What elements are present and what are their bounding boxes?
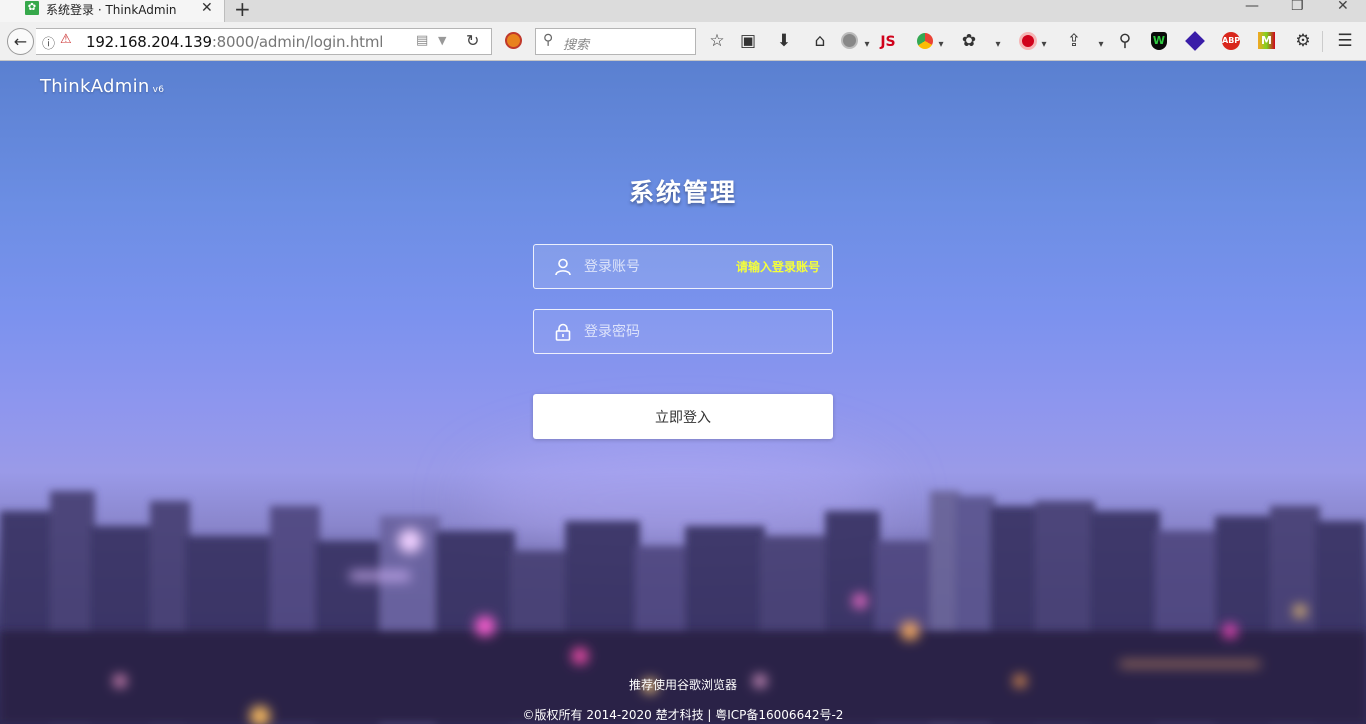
palette-icon[interactable]: ✿	[958, 31, 980, 51]
url-path: :8000/admin/login.html	[211, 33, 384, 51]
login-title: 系统管理	[628, 178, 737, 207]
tab-close-icon[interactable]: ✕	[201, 0, 213, 16]
user-icon	[555, 258, 571, 276]
bookmark-star-icon[interactable]: ☆	[706, 31, 728, 51]
restore-window-button[interactable]: ❐	[1291, 0, 1304, 14]
password-field[interactable]	[533, 309, 833, 354]
brand-name: ThinkAdmin	[40, 76, 150, 97]
basketball-extension-icon[interactable]	[505, 32, 522, 49]
username-field[interactable]: 请输入登录账号	[533, 244, 833, 289]
download-icon[interactable]: ⬇	[773, 31, 795, 51]
url-history-dropdown-icon[interactable]: ▼	[438, 34, 446, 47]
username-required-tip: 请输入登录账号	[735, 260, 820, 274]
settings-icon[interactable]: ⚙	[1292, 31, 1314, 51]
search-icon: ⚲	[543, 32, 554, 48]
lock-icon	[555, 323, 571, 341]
username-input[interactable]	[584, 245, 734, 288]
url-host: 192.168.204.139	[86, 33, 212, 51]
diamond-icon[interactable]	[1185, 31, 1205, 51]
brand-logo-text[interactable]: ThinkAdmin v6	[40, 76, 164, 97]
site-favicon-icon: ✿	[25, 1, 39, 15]
url-text[interactable]: 192.168.204.139:8000/admin/login.html	[86, 33, 383, 51]
home-icon[interactable]: ⌂	[809, 31, 831, 51]
browser-tab[interactable]: ✿ 系统登录 · ThinkAdmin ✕	[0, 0, 225, 22]
brand-version: v6	[152, 85, 165, 95]
chevron-down-icon[interactable]: ▾	[930, 35, 952, 55]
search-box[interactable]: ⚲ 搜索	[535, 28, 696, 55]
login-button[interactable]: 立即登入	[533, 394, 833, 439]
reload-icon[interactable]: ↻	[466, 31, 479, 50]
tab-title: 系统登录 · ThinkAdmin	[46, 3, 177, 17]
minimize-window-button[interactable]: —	[1245, 0, 1259, 14]
m-extension-icon[interactable]: M	[1258, 32, 1275, 49]
back-arrow-icon[interactable]: ←	[7, 28, 34, 55]
page-actions-icon[interactable]: ▤	[416, 33, 428, 48]
password-input[interactable]	[584, 310, 734, 353]
login-page: ThinkAdminv6 系统管理 请输入登录账号 立即登入 推荐使用谷歌浏览器…	[0, 61, 1366, 724]
browser-toolbar: ← ⓘ ⚠ 192.168.204.139:8000/admin/login.h…	[0, 22, 1366, 61]
info-icon[interactable]: ⓘ	[42, 33, 55, 52]
copyright-footer: ©版权所有 2014-2020 楚才科技 | 粤ICP备16006642号-2	[522, 708, 844, 722]
browser-tab-strip: ✿ 系统登录 · ThinkAdmin ✕ + — ❐ ✕	[0, 0, 1366, 22]
chevron-down-icon[interactable]: ▾	[856, 35, 878, 55]
browser-recommendation: 推荐使用谷歌浏览器	[628, 678, 737, 692]
share-icon[interactable]: ⇪	[1063, 31, 1085, 51]
menu-icon[interactable]: ☰	[1334, 31, 1356, 51]
insecure-lock-icon[interactable]: ⚠	[60, 32, 72, 47]
js-icon[interactable]: JS	[877, 32, 899, 52]
address-bar[interactable]: ⓘ ⚠ 192.168.204.139:8000/admin/login.htm…	[36, 28, 492, 55]
adblock-plus-icon[interactable]: ABP	[1222, 32, 1240, 50]
shield-icon[interactable]: W	[1151, 32, 1167, 50]
reading-list-icon[interactable]: ▣	[737, 31, 759, 51]
new-tab-button[interactable]: +	[234, 0, 251, 21]
search-placeholder: 搜索	[563, 38, 590, 53]
toolbar-separator	[1322, 31, 1323, 52]
chevron-down-icon[interactable]: ▾	[1090, 35, 1112, 55]
close-window-button[interactable]: ✕	[1337, 0, 1349, 14]
chevron-down-icon[interactable]: ▾	[987, 35, 1009, 55]
zoom-icon[interactable]: ⚲	[1114, 31, 1136, 51]
chevron-down-icon[interactable]: ▾	[1033, 35, 1055, 55]
